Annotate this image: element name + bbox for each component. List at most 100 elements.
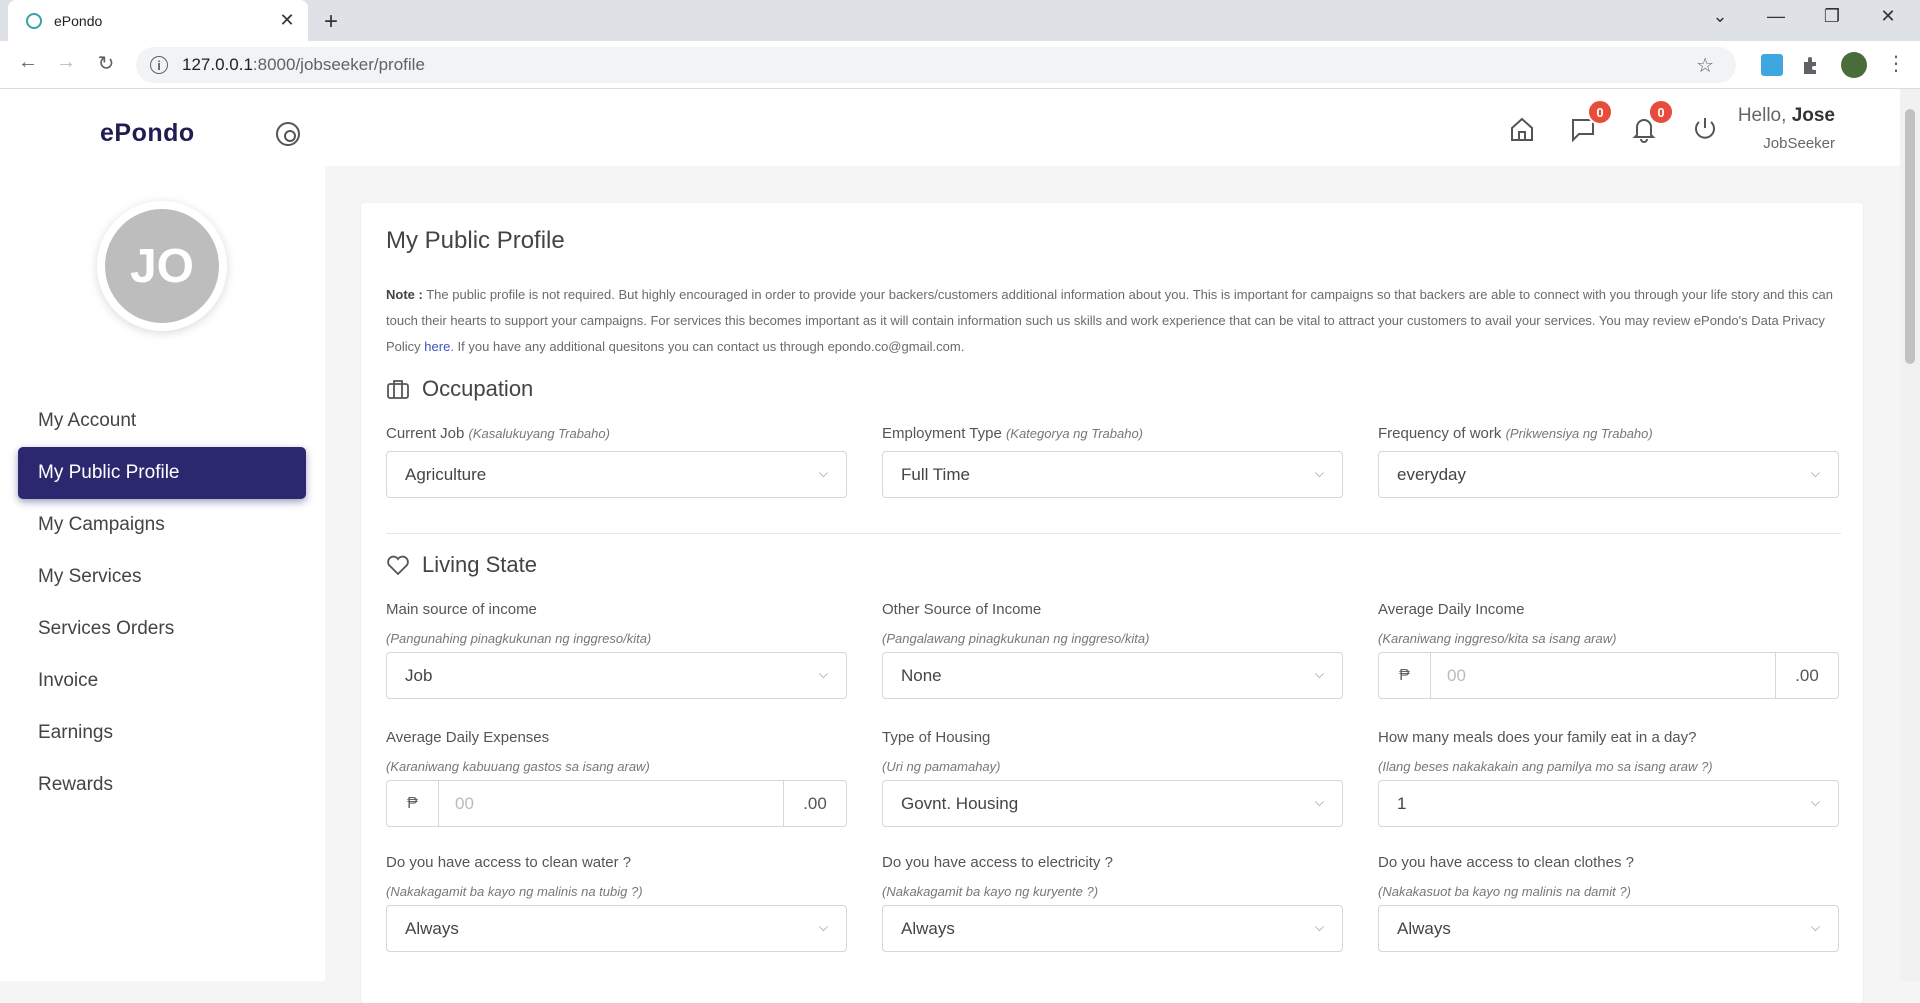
- site-info-icon[interactable]: i: [150, 56, 168, 74]
- sidebar-item-invoice[interactable]: Invoice: [18, 655, 306, 707]
- chevron-down-icon: ⌵: [1314, 920, 1324, 934]
- daily-income-input[interactable]: 00: [1431, 653, 1775, 698]
- address-bar[interactable]: i 127.0.0.1:8000/jobseeker/profile ☆: [136, 47, 1736, 83]
- scrollbar-thumb[interactable]: [1905, 109, 1915, 364]
- chevron-down-icon: ⌵: [1314, 667, 1324, 681]
- sidebar-item-my-public-profile[interactable]: My Public Profile: [18, 447, 306, 499]
- favicon-icon: [26, 12, 42, 29]
- notifications-badge: 0: [1648, 99, 1674, 125]
- meals-hint: (Ilang beses nakakakain ang pamilya mo s…: [1378, 759, 1713, 774]
- sidebar-item-my-account[interactable]: My Account: [18, 395, 306, 447]
- extensions-puzzle-icon[interactable]: [1800, 54, 1822, 76]
- main-income-label: Main source of income: [386, 601, 537, 618]
- sidebar: ePondo JO My Account My Public Profile M…: [0, 89, 325, 981]
- main-income-hint: (Pangunahing pinagkukunan ng inggreso/ki…: [386, 631, 652, 646]
- tab-search-icon[interactable]: ⌄: [1700, 6, 1740, 27]
- browser-menu-icon[interactable]: ⋮: [1882, 51, 1910, 76]
- chevron-down-icon: ⌵: [818, 466, 828, 480]
- section-divider: [386, 533, 1841, 534]
- browser-tabstrip: ePondo ✕ + ⌄ — ❐ ✕: [0, 0, 1920, 41]
- sidebar-menu: My Account My Public Profile My Campaign…: [18, 395, 306, 811]
- url-text: 127.0.0.1:8000/jobseeker/profile: [182, 55, 425, 74]
- chevron-down-icon: ⌵: [818, 920, 828, 934]
- main-income-select[interactable]: Job ⌵: [386, 652, 847, 699]
- back-icon[interactable]: ←: [14, 51, 42, 74]
- restore-icon[interactable]: ❐: [1812, 6, 1852, 27]
- housing-hint: (Uri ng pamamahay): [882, 759, 1001, 774]
- forward-icon[interactable]: →: [52, 51, 80, 74]
- chevron-down-icon: ⌵: [818, 667, 828, 681]
- current-job-select[interactable]: Agriculture ⌵: [386, 451, 847, 498]
- frequency-select[interactable]: everyday ⌵: [1378, 451, 1839, 498]
- chevron-down-icon: ⌵: [1810, 795, 1820, 809]
- privacy-policy-link[interactable]: here: [424, 339, 450, 354]
- peso-prefix: ₱: [387, 781, 439, 826]
- daily-expenses-input-group: ₱ 00 .00: [386, 780, 847, 827]
- daily-expenses-label: Average Daily Expenses: [386, 729, 550, 746]
- daily-expenses-input[interactable]: 00: [439, 781, 783, 826]
- minimize-icon[interactable]: —: [1756, 6, 1796, 27]
- employment-type-label: Employment Type (Kategorya ng Trabaho): [882, 425, 1144, 442]
- sidebar-item-my-campaigns[interactable]: My Campaigns: [18, 499, 306, 551]
- electricity-hint: (Nakakagamit ba kayo ng kuryente ?): [882, 884, 1099, 899]
- sidebar-item-earnings[interactable]: Earnings: [18, 707, 306, 759]
- reload-icon[interactable]: ↻: [92, 51, 120, 76]
- bookmark-star-icon[interactable]: ☆: [1696, 53, 1714, 78]
- electricity-label: Do you have access to electricity ?: [882, 854, 1113, 871]
- occupation-heading: Occupation: [386, 376, 533, 402]
- window-close-icon[interactable]: ✕: [1868, 6, 1908, 27]
- other-income-label: Other Source of Income: [882, 601, 1042, 618]
- sidebar-item-services-orders[interactable]: Services Orders: [18, 603, 306, 655]
- current-job-label: Current Job (Kasalukuyang Trabaho): [386, 425, 610, 442]
- daily-income-label: Average Daily Income: [1378, 601, 1525, 618]
- logout-power-icon[interactable]: [1691, 115, 1719, 143]
- user-name: Jose: [1791, 105, 1835, 126]
- home-icon[interactable]: [1508, 115, 1536, 143]
- living-state-heading: Living State: [386, 552, 537, 578]
- electricity-select[interactable]: Always ⌵: [882, 905, 1343, 952]
- clothes-select[interactable]: Always ⌵: [1378, 905, 1839, 952]
- chevron-down-icon: ⌵: [1810, 920, 1820, 934]
- new-tab-icon[interactable]: +: [324, 8, 338, 36]
- messages-badge: 0: [1587, 99, 1613, 125]
- clothes-hint: (Nakakasuot ba kayo ng malinis na damit …: [1378, 884, 1631, 899]
- frequency-label: Frequency of work (Prikwensiya ng Trabah…: [1378, 425, 1653, 442]
- heart-icon: [387, 555, 409, 576]
- cents-suffix: .00: [1775, 653, 1838, 698]
- employment-type-select[interactable]: Full Time ⌵: [882, 451, 1343, 498]
- close-tab-icon[interactable]: ✕: [278, 10, 296, 31]
- housing-label: Type of Housing: [882, 729, 991, 746]
- public-profile-card: My Public Profile Note : The public prof…: [361, 203, 1863, 1003]
- sidebar-toggle-icon[interactable]: [276, 122, 300, 146]
- chevron-down-icon: ⌵: [1314, 466, 1324, 480]
- profile-note: Note : The public profile is not require…: [386, 287, 1833, 354]
- user-role: JobSeeker: [1763, 135, 1835, 152]
- cents-suffix: .00: [783, 781, 846, 826]
- other-income-select[interactable]: None ⌵: [882, 652, 1343, 699]
- browser-tab[interactable]: ePondo ✕: [8, 0, 308, 41]
- meals-select[interactable]: 1 ⌵: [1378, 780, 1839, 827]
- page-scrollbar[interactable]: [1900, 89, 1920, 981]
- extension-icon[interactable]: [1761, 54, 1783, 76]
- water-label: Do you have access to clean water ?: [386, 854, 632, 871]
- profile-avatar-icon[interactable]: [1841, 52, 1867, 78]
- browser-toolbar: ← → ↻ i 127.0.0.1:8000/jobseeker/profile…: [0, 41, 1920, 89]
- clothes-label: Do you have access to clean clothes ?: [1378, 854, 1634, 871]
- meals-label: How many meals does your family eat in a…: [1378, 729, 1697, 746]
- other-income-hint: (Pangalawang pinagkukunan ng inggreso/ki…: [882, 631, 1150, 646]
- sidebar-item-my-services[interactable]: My Services: [18, 551, 306, 603]
- app-topbar: 0 0 Hello, Jose JobSeeker: [325, 89, 1900, 166]
- page-title: My Public Profile: [386, 227, 565, 254]
- chevron-down-icon: ⌵: [1810, 466, 1820, 480]
- sidebar-item-rewards[interactable]: Rewards: [18, 759, 306, 811]
- housing-select[interactable]: Govnt. Housing ⌵: [882, 780, 1343, 827]
- water-select[interactable]: Always ⌵: [386, 905, 847, 952]
- daily-income-input-group: ₱ 00 .00: [1378, 652, 1839, 699]
- peso-prefix: ₱: [1379, 653, 1431, 698]
- avatar: JO: [97, 201, 227, 331]
- chevron-down-icon: ⌵: [1314, 795, 1324, 809]
- brand-logo[interactable]: ePondo: [100, 119, 195, 148]
- tab-title: ePondo: [54, 12, 103, 29]
- daily-expenses-hint: (Karaniwang kabuuang gastos sa isang ara…: [386, 759, 650, 774]
- daily-income-hint: (Karaniwang inggreso/kita sa isang araw): [1378, 631, 1617, 646]
